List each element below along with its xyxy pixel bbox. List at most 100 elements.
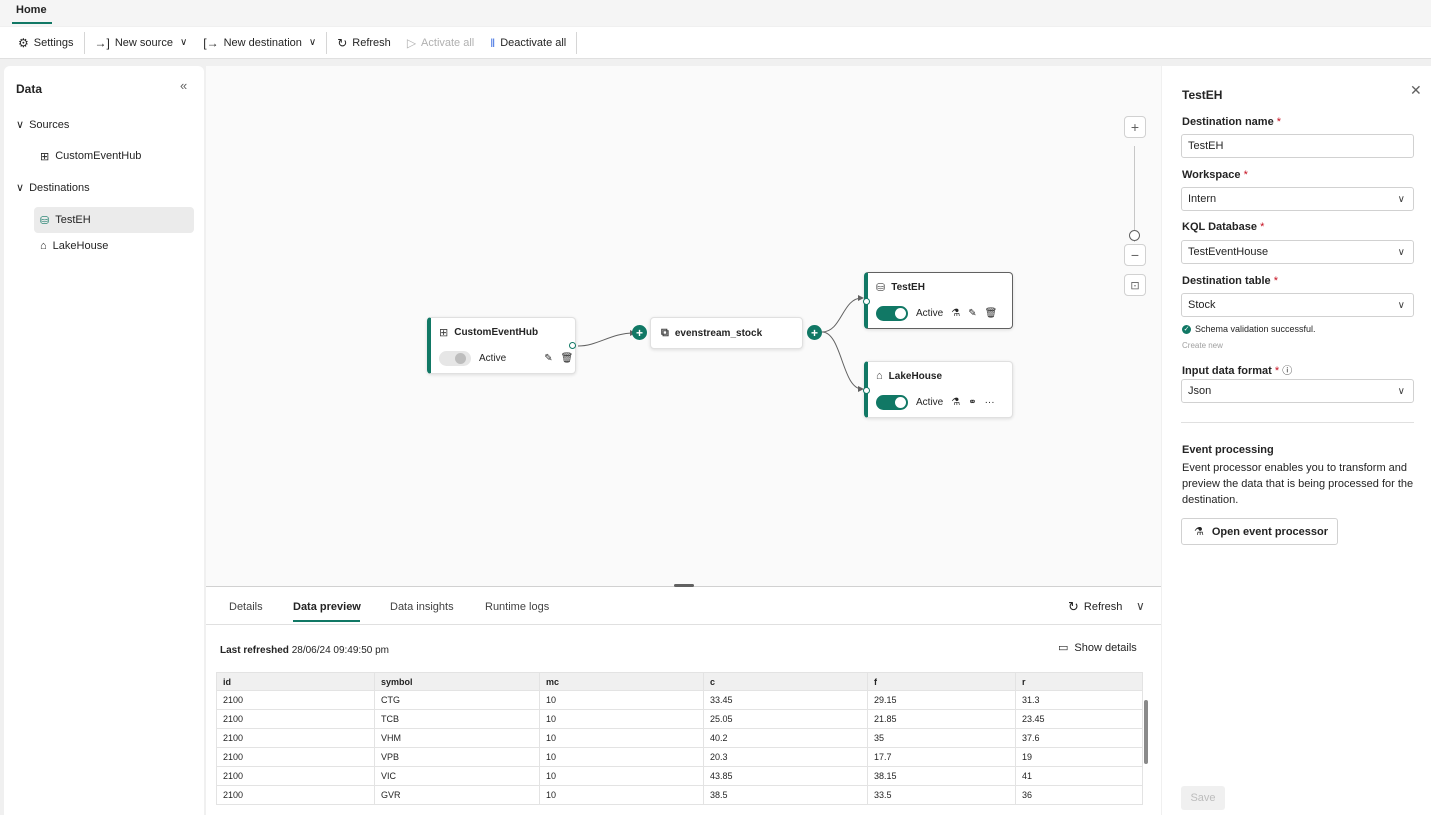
edit-icon[interactable]: ✎ [968,308,976,319]
table-row: 2100 GVR 10 38.5 33.5 36 [216,785,1143,805]
stream-canvas[interactable]: ⊞ CustomEventHub Active ✎ 🗑 + ⧉ evenstre… [206,66,1161,586]
lakehouse-active-toggle[interactable] [876,395,908,410]
zoom-slider-track[interactable] [1134,146,1135,242]
input-format-label: Input data format * ⓘ [1182,365,1293,377]
last-refreshed: Last refreshed 28/06/24 09:49:50 pm [220,645,389,656]
event-processor-icon[interactable]: ⚗ [951,397,960,408]
table-cell: 17.7 [867,747,1016,767]
new-destination-button[interactable]: [→ New destination ∨ [195,31,324,55]
sources-group-header[interactable]: ∨ Sources [16,118,70,132]
activate-all-button[interactable]: ▷ Activate all [399,31,482,55]
table-cell: 29.15 [867,690,1016,710]
sources-label: Sources [29,118,70,131]
refresh-button[interactable]: ↻ Refresh [329,31,399,55]
database-icon: ⛁ [40,214,50,227]
workspace-select[interactable]: Intern ∨ [1181,187,1414,211]
chevron-down-icon: ∨ [1397,385,1405,397]
fit-view-icon[interactable]: ⊡ [1124,274,1146,296]
info-icon[interactable]: ⓘ [1282,366,1292,377]
chevron-down-icon: ∨ [308,37,317,48]
column-header[interactable]: mc [539,672,704,691]
settings-button[interactable]: ⚙ Settings [10,31,82,55]
bottom-panel: Details Data preview Data insights Runti… [206,587,1161,815]
table-cell: 2100 [216,785,375,805]
table-scrollbar[interactable] [1144,700,1148,764]
tab-home-indicator [12,22,52,24]
kql-database-label: KQL Database * [1182,221,1265,233]
sidebar-item-lakehouse[interactable]: ⌂ LakeHouse [34,233,194,259]
more-options-icon[interactable]: ··· [985,397,995,408]
delete-icon[interactable]: 🗑 [561,353,574,364]
activate-all-label: Activate all [421,36,475,49]
open-event-processor-label: Open event processor [1211,525,1329,538]
lakehouse-input-port[interactable] [863,387,870,394]
column-header[interactable]: c [703,672,868,691]
eventstream-icon: ⧉ [661,327,669,339]
table-cell: 31.3 [1015,690,1143,710]
table-row: 2100 VIC 10 43.85 38.15 41 [216,766,1143,786]
chevron-down-icon: ∨ [16,119,25,131]
event-processor-icon[interactable]: ⚗ [951,308,960,319]
tab-data-preview[interactable]: Data preview [293,601,361,613]
table-cell: 21.85 [867,709,1016,729]
schema-validation-message: ✓ Schema validation successful. [1182,324,1316,334]
table-cell: 2100 [216,709,375,729]
table-header-row: id symbol mc c f r [216,672,1143,691]
tab-home[interactable]: Home [16,4,47,16]
link-icon[interactable]: ⚭ [968,397,976,408]
save-button[interactable]: Save [1181,786,1225,810]
destination-node-lakehouse[interactable]: ⌂ LakeHouse Active ⚗ ⚭ ··· [864,361,1013,418]
stream-node-evenstream-stock[interactable]: ⧉ evenstream_stock [650,317,803,349]
grid-icon: ⊞ [40,150,50,163]
show-details-label: Show details [1074,641,1137,654]
pause-icon: ‖ [490,35,496,50]
sidebar-item-testeh[interactable]: ⛁ TestEH [34,207,194,233]
edit-icon[interactable]: ✎ [544,353,552,364]
destination-node-testeh[interactable]: ⛁ TestEH Active ⚗ ✎ 🗑 [864,272,1013,329]
source-node-customeventhub[interactable]: ⊞ CustomEventHub Active ✎ 🗑 [427,317,576,374]
source-active-toggle[interactable] [439,351,471,366]
grid-icon: ⊞ [439,327,449,339]
zoom-out-button[interactable]: − [1124,244,1146,266]
destination-name-input[interactable]: TestEH [1181,134,1414,158]
new-source-button[interactable]: →] New source ∨ [87,31,196,55]
zoom-slider-handle[interactable] [1129,230,1140,241]
destination-table-select[interactable]: Stock ∨ [1181,293,1414,317]
open-event-processor-button[interactable]: ⚗ Open event processor [1181,518,1338,545]
chevron-down-icon[interactable]: ∨ [1136,599,1145,613]
data-preview-table[interactable]: id symbol mc c f r 2100 CTG 10 33.45 29.15 31… [216,672,1151,815]
table-cell: 33.45 [703,690,868,710]
tab-data-insights[interactable]: Data insights [390,601,454,613]
checkmark-icon: ✓ [1182,324,1191,334]
last-refreshed-value: 28/06/24 09:49:50 pm [291,645,390,656]
add-destination-button[interactable]: + [807,325,822,340]
create-new-link[interactable]: Create new [1182,341,1223,350]
column-header[interactable]: id [216,672,375,691]
deactivate-all-button[interactable]: ‖ Deactivate all [482,31,574,55]
destinations-group-header[interactable]: ∨ Destinations [16,181,90,195]
source-output-port[interactable] [569,342,576,349]
column-header[interactable]: f [867,672,1016,691]
show-details-button[interactable]: ▭ Show details [1058,641,1137,655]
destinations-label: Destinations [29,181,90,194]
table-cell: 33.5 [867,785,1016,805]
tab-details[interactable]: Details [229,601,263,613]
sidebar-item-customeventhub[interactable]: ⊞ CustomEventHub [34,143,194,169]
delete-icon[interactable]: 🗑 [985,308,998,319]
table-cell: 41 [1015,766,1143,786]
column-header[interactable]: r [1015,672,1143,691]
column-header[interactable]: symbol [374,672,540,691]
preview-refresh-button[interactable]: ↻ Refresh [1068,599,1122,615]
table-cell: VIC [374,766,540,786]
table-cell: 2100 [216,690,375,710]
testeh-input-port[interactable] [863,298,870,305]
close-icon[interactable]: ✕ [1410,82,1422,99]
tab-runtime-logs[interactable]: Runtime logs [485,601,549,613]
input-format-select[interactable]: Json ∨ [1181,379,1414,403]
kql-database-select[interactable]: TestEventHouse ∨ [1181,240,1414,264]
testeh-active-toggle[interactable] [876,306,908,321]
add-operation-button[interactable]: + [632,325,647,340]
zoom-in-button[interactable]: + [1124,116,1146,138]
collapse-icon[interactable]: « [180,78,187,93]
table-cell: CTG [374,690,540,710]
